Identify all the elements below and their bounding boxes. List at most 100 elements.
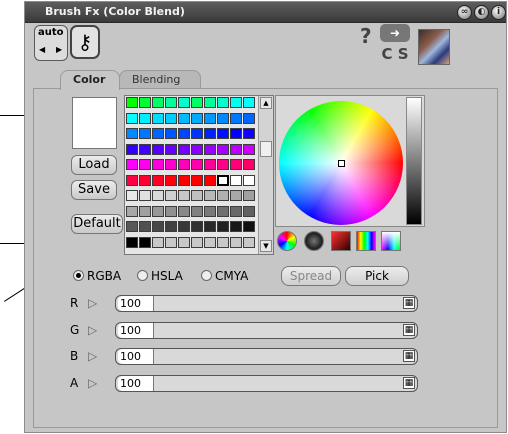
palette-swatch[interactable] (126, 97, 138, 108)
palette-swatch[interactable] (243, 221, 255, 232)
palette-swatch[interactable] (165, 159, 177, 170)
palette-swatch[interactable] (139, 143, 151, 155)
palette-swatch[interactable] (217, 143, 229, 155)
palette-swatch[interactable] (165, 97, 177, 108)
palette-swatch[interactable] (139, 221, 151, 232)
tab-color[interactable]: Color (60, 70, 120, 90)
palette-swatch[interactable] (178, 112, 190, 124)
palette-swatch[interactable] (217, 205, 229, 217)
save-button[interactable]: Save (71, 180, 117, 200)
radio-dot[interactable] (137, 270, 148, 281)
load-button[interactable]: Load (71, 155, 117, 175)
palette-swatch[interactable] (230, 174, 242, 186)
palette-swatch[interactable] (178, 128, 190, 139)
palette-swatch[interactable] (152, 221, 164, 232)
envelope-icon[interactable]: ▷ (88, 323, 97, 337)
palette-swatch[interactable] (230, 112, 242, 124)
palette-swatch[interactable] (204, 128, 216, 139)
palette-swatch[interactable] (230, 190, 242, 201)
pin-icon[interactable]: ∞ (457, 5, 472, 20)
palette-swatch[interactable] (165, 205, 177, 217)
palette-swatch[interactable] (165, 143, 177, 155)
scroll-down-icon[interactable]: ▼ (260, 240, 272, 252)
palette-swatch[interactable] (230, 205, 242, 217)
palette-swatch[interactable] (191, 174, 203, 186)
palette-swatch[interactable] (243, 112, 255, 124)
palette-swatch[interactable] (165, 236, 177, 248)
globe-icon[interactable]: ◐ (474, 5, 489, 20)
palette-swatch[interactable] (243, 143, 255, 155)
palette-swatch[interactable] (178, 221, 190, 232)
spread-button[interactable]: Spread (281, 266, 341, 286)
pick-button[interactable]: Pick (345, 266, 409, 286)
channel-menu-icon[interactable]: ▦ (403, 377, 415, 389)
palette-swatch[interactable] (217, 236, 229, 248)
radio-dot[interactable] (201, 270, 212, 281)
palette-swatch[interactable] (165, 221, 177, 232)
palette-swatch[interactable] (139, 128, 151, 139)
channel-menu-icon[interactable]: ▦ (403, 350, 415, 362)
palette-swatch[interactable] (152, 190, 164, 201)
palette-swatch[interactable] (191, 112, 203, 124)
palette-swatch[interactable] (204, 236, 216, 248)
palette-swatch[interactable] (191, 236, 203, 248)
palette-swatch[interactable] (178, 190, 190, 201)
palette-swatch[interactable] (204, 221, 216, 232)
palette-swatch[interactable] (243, 128, 255, 139)
channel-value-a[interactable]: 100 (118, 376, 154, 391)
palette-swatch[interactable] (178, 159, 190, 170)
palette-swatch[interactable] (230, 97, 242, 108)
palette-swatch[interactable] (217, 112, 229, 124)
palette-swatch[interactable] (126, 190, 138, 201)
palette-swatch[interactable] (217, 174, 229, 186)
palette-swatch[interactable] (139, 97, 151, 108)
palette-swatch[interactable] (191, 143, 203, 155)
palette-swatch[interactable] (217, 221, 229, 232)
color-wheel[interactable] (279, 101, 403, 225)
channel-value-r[interactable]: 100 (118, 296, 154, 311)
prev-arrow-icon[interactable]: ◀ (39, 45, 45, 54)
palette-swatch[interactable] (165, 128, 177, 139)
palette-swatch[interactable] (152, 159, 164, 170)
palette-swatch[interactable] (152, 128, 164, 139)
palette-swatch[interactable] (191, 205, 203, 217)
value-slider[interactable] (406, 97, 422, 225)
palette-swatch[interactable] (243, 190, 255, 201)
palette-swatch[interactable] (204, 205, 216, 217)
wheel-marker[interactable] (338, 160, 345, 167)
avatar[interactable] (418, 29, 450, 65)
radio-dot[interactable] (73, 270, 84, 281)
palette-swatch[interactable] (178, 174, 190, 186)
channel-slider-b[interactable]: 100 ▦ (115, 348, 418, 365)
color-wheel-icon[interactable] (277, 231, 297, 251)
palette-swatch[interactable] (139, 205, 151, 217)
palette-swatch[interactable] (204, 143, 216, 155)
palette-swatch[interactable] (230, 128, 242, 139)
palette-swatch[interactable] (178, 236, 190, 248)
channel-menu-icon[interactable]: ▦ (403, 297, 415, 309)
palette-swatch[interactable] (191, 128, 203, 139)
palette-swatch[interactable] (139, 190, 151, 201)
palette-swatch[interactable] (126, 221, 138, 232)
spectrum-bars-icon[interactable] (356, 231, 376, 251)
palette-swatch[interactable] (139, 174, 151, 186)
palette-swatch[interactable] (204, 174, 216, 186)
channel-value-g[interactable]: 100 (118, 323, 154, 338)
scroll-thumb[interactable] (260, 141, 272, 157)
palette-swatch[interactable] (191, 97, 203, 108)
palette-swatch[interactable] (139, 159, 151, 170)
palette-swatch[interactable] (126, 174, 138, 186)
palette-swatch[interactable] (243, 205, 255, 217)
envelope-icon[interactable]: ▷ (88, 376, 97, 390)
palette-swatch[interactable] (191, 190, 203, 201)
palette-swatch[interactable] (217, 159, 229, 170)
palette-swatch[interactable] (152, 143, 164, 155)
channel-slider-a[interactable]: 100 ▦ (115, 375, 418, 392)
apply-button[interactable]: ➜ (380, 24, 410, 42)
palette-swatch[interactable] (126, 205, 138, 217)
palette-swatch[interactable] (230, 159, 242, 170)
tab-blending[interactable]: Blending (119, 70, 201, 90)
channel-slider-r[interactable]: 100 ▦ (115, 295, 418, 312)
palette-swatch[interactable] (152, 112, 164, 124)
palette-swatch[interactable] (126, 159, 138, 170)
